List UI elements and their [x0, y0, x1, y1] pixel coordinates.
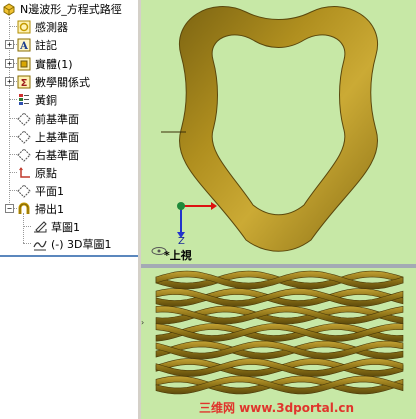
ring-top-view: Z [151, 6, 378, 255]
svg-text:A: A [19, 41, 28, 52]
expand-toggle-equations[interactable]: + [5, 77, 14, 86]
expand-toggle-solid-bodies[interactable]: + [5, 59, 14, 68]
tree-item-equations[interactable]: Σ 數學關係式 [17, 73, 90, 90]
expand-toggle-annotations[interactable]: + [5, 40, 14, 49]
plane-icon [17, 111, 31, 126]
part-icon [2, 2, 16, 16]
tree-item-sensors[interactable]: 感測器 [17, 18, 68, 35]
solid-bodies-icon [17, 57, 31, 71]
tree-divider [0, 255, 138, 257]
tree-item-right-plane[interactable]: 右基準面 [17, 146, 79, 163]
plane-icon [17, 147, 31, 162]
tree-item-material[interactable]: 黃銅 [17, 91, 57, 108]
collapse-toggle-sweep1[interactable]: − [5, 204, 14, 213]
origin-icon [17, 166, 31, 180]
tree-item-sketch1[interactable]: 草圖1 [33, 218, 80, 235]
tree-item-front-plane[interactable]: 前基準面 [17, 110, 79, 127]
tree-item-sweep1[interactable]: 掃出1 [17, 200, 64, 217]
sensor-icon [17, 20, 31, 34]
tree-item-annotations[interactable]: A 註記 [17, 36, 57, 53]
coil-side-view [155, 270, 404, 395]
tree-item-3d-sketch1[interactable]: (-) 3D草圖1 [33, 235, 112, 252]
tree-item-origin[interactable]: 原點 [17, 164, 57, 181]
material-icon [17, 93, 31, 107]
collapse-handle-icon[interactable]: › [141, 318, 144, 327]
triad-axis-label: Z [178, 236, 185, 247]
svg-text:Σ: Σ [21, 78, 28, 89]
tree-root[interactable]: N邊波形_方程式路徑 [2, 0, 122, 17]
axis-triad-icon [177, 202, 217, 238]
view-orientation-label: *上視 [164, 249, 192, 262]
watermark-text: 三维网 www.3dportal.cn [199, 401, 355, 415]
graphics-viewport-top[interactable]: Z [141, 0, 416, 264]
plane-icon [17, 183, 31, 198]
3d-sketch-icon [33, 237, 47, 251]
tree-item-solid-bodies[interactable]: 實體(1) [17, 55, 73, 72]
annotation-icon: A [17, 38, 31, 52]
tree-item-plane1[interactable]: 平面1 [17, 182, 64, 199]
equations-icon: Σ [17, 75, 31, 89]
sweep-icon [17, 202, 31, 216]
tree-root-label: N邊波形_方程式路徑 [20, 2, 122, 16]
plane-icon [17, 129, 31, 144]
sketch-icon [33, 220, 47, 234]
feature-manager-tree: N邊波形_方程式路徑 感測器 + A 註記 + 實體(1) + Σ 數學關係式 [0, 0, 140, 419]
graphics-viewport-bottom[interactable]: › [141, 268, 416, 419]
tree-item-top-plane[interactable]: 上基準面 [17, 128, 79, 145]
